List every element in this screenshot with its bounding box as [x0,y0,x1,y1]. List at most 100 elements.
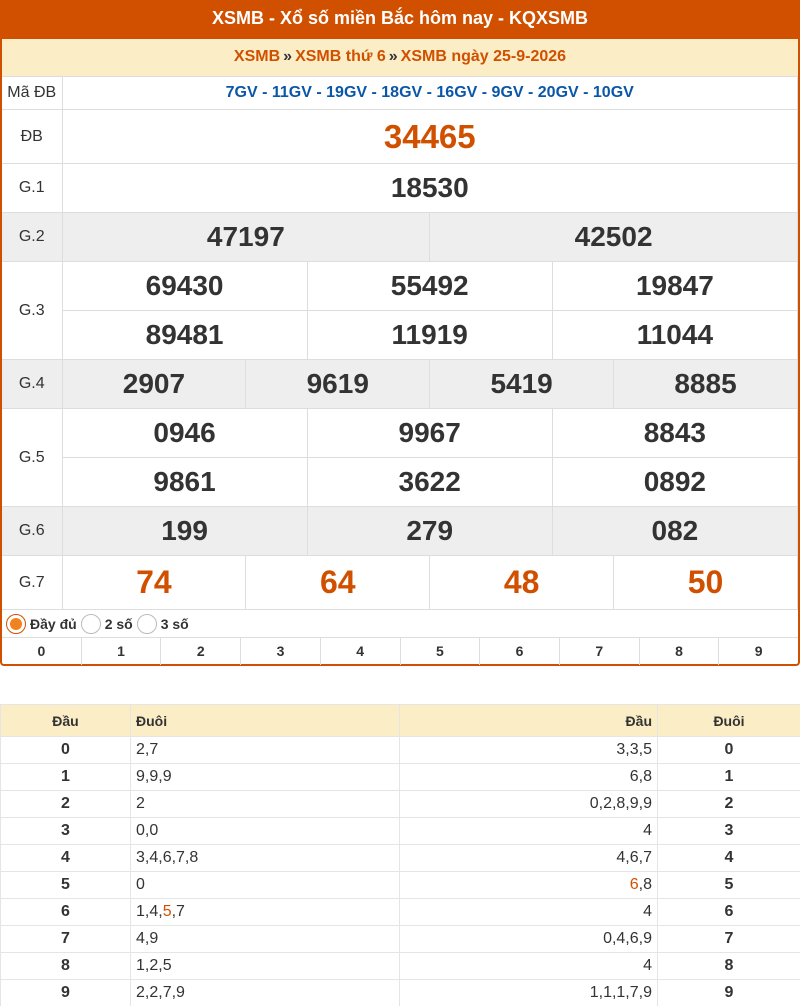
digit-filter-1[interactable]: 1 [82,638,162,665]
dau-list-cell: 4 [399,817,658,845]
g6-number: 199 [61,506,308,556]
g5-row: 9861 3622 0892 [2,457,799,507]
duoi-digit-cell: 2 [657,790,800,818]
dau-list-cell: 3,3,5 [399,736,658,764]
breadcrumb-separator: » [283,48,293,65]
g6-label: G.6 [2,506,63,556]
table-row: 9 2,2,7,9 1,1,1,7,9 9 [0,979,800,1006]
dau-list-cell: 1,1,1,7,9 [399,979,658,1006]
option-2-digit-label: 2 số [104,615,133,632]
dau-list-rest: ,8 [638,876,652,893]
table-row: 0 2,7 3,3,5 0 [0,736,800,764]
option-3-digit[interactable]: 3 số [136,613,189,634]
option-3-digit-label: 3 số [160,615,189,632]
g5-number: 9967 [306,408,553,458]
g5-number: 0892 [551,457,799,507]
duoi-pre: 1,4, [136,903,163,920]
display-options: Đầy đủ 2 số 3 số [2,610,798,638]
digit-filter-5[interactable]: 5 [401,638,481,665]
duoi-cell: 2,2,7,9 [130,979,400,1006]
dau-list-cell: 4,6,7 [399,844,658,872]
dau-cell: 9 [0,979,131,1006]
duoi-cell: 1,2,5 [130,952,400,980]
g2-label: G.2 [2,212,63,262]
dau-cell: 2 [0,790,131,818]
duoi-cell: 3,4,6,7,8 [130,844,400,872]
g7-number: 48 [429,555,615,610]
g4-label: G.4 [2,359,63,409]
page-title: XSMB - Xổ số miền Bắc hôm nay - KQXSMB [0,0,800,39]
digit-filter-7[interactable]: 7 [560,638,640,665]
table-row: 3 0,0 4 3 [0,817,800,845]
g6-row: G.6 199 279 082 [2,506,799,556]
dau-cell: 8 [0,952,131,980]
db-row: ĐB 34465 [2,109,798,164]
duoi-cell: 2,7 [130,736,400,764]
table-row: 4 3,4,6,7,8 4,6,7 4 [0,844,800,872]
g2-row: G.2 47197 42502 [2,212,798,262]
radio-2-digit[interactable] [80,613,101,634]
duoi-cell: 0 [130,871,400,899]
g3-number: 11044 [551,310,799,360]
ma-db-row: Mã ĐB 7GV - 11GV - 19GV - 18GV - 16GV - … [2,76,798,110]
breadcrumb-xsmb-thu6[interactable]: XSMB thứ 6 [295,48,386,65]
duoi-cell: 9,9,9 [130,763,400,791]
table-row: 1 9,9,9 6,8 1 [0,763,800,791]
header-dau: Đầu [0,704,131,737]
dau-cell: 0 [0,736,131,764]
digit-filter-2[interactable]: 2 [161,638,242,665]
dau-list-cell: 4 [399,952,658,980]
g7-row: G.7 74 64 48 50 [2,555,798,610]
g4-number: 9619 [245,359,431,409]
duoi-digit-cell: 6 [657,898,800,926]
dau-list-cell: 6,8 [399,763,658,791]
dau-cell: 4 [0,844,131,872]
g3-label: G.3 [2,261,63,360]
header-duoi: Đuôi [130,704,400,737]
duoi-digit-cell: 9 [657,979,800,1006]
g5-number: 0946 [61,408,308,458]
option-full-label: Đầy đủ [30,615,77,632]
digit-filter-3[interactable]: 3 [241,638,321,665]
table-row: 6 1,4,5,7 4 6 [0,898,800,926]
g5-number: 3622 [306,457,553,507]
g3-row: 89481 11919 11044 [2,310,799,360]
duoi-post: ,7 [171,903,185,920]
radio-3-digit[interactable] [136,613,157,634]
option-full[interactable]: Đầy đủ [6,613,77,634]
digit-filter: 0 1 2 3 4 5 6 7 8 9 [2,638,798,665]
ma-db-value: 7GV - 11GV - 19GV - 18GV - 16GV - 9GV - … [61,76,798,110]
breadcrumb-xsmb-date[interactable]: XSMB ngày 25-9-2026 [401,48,566,65]
g3-number: 55492 [306,261,553,311]
digit-filter-9[interactable]: 9 [719,638,798,665]
duoi-digit-cell: 4 [657,844,800,872]
g2-number: 47197 [61,212,431,262]
digit-filter-0[interactable]: 0 [2,638,82,665]
table-row: 5 0 6,8 5 [0,871,800,899]
g1-row: G.1 18530 [2,163,798,213]
option-2-digit[interactable]: 2 số [80,613,133,634]
duoi-cell: 4,9 [130,925,400,953]
dau-cell: 1 [0,763,131,791]
db-number: 34465 [61,109,798,164]
digit-filter-4[interactable]: 4 [321,638,401,665]
breadcrumb: XSMB» XSMB thứ 6» XSMB ngày 25-9-2026 [2,38,798,76]
ma-db-label: Mã ĐB [2,76,63,110]
digit-filter-6[interactable]: 6 [480,638,560,665]
loto-table: Đầu Đuôi Đầu Đuôi 0 2,7 3,3,5 0 1 9,9,9 … [0,704,800,1006]
header-duoi: Đuôi [657,704,800,737]
dau-cell: 7 [0,925,131,953]
g4-number: 2907 [61,359,247,409]
g3-row: G.3 69430 55492 19847 [2,261,799,360]
radio-full[interactable] [6,613,26,634]
dau-cell: 5 [0,871,131,899]
duoi-cell: 2 [130,790,400,818]
table-row: 7 4,9 0,4,6,9 7 [0,925,800,953]
g7-label: G.7 [2,555,63,610]
duoi-digit-cell: 1 [657,763,800,791]
duoi-digit-cell: 0 [657,736,800,764]
digit-filter-8[interactable]: 8 [640,638,720,665]
g7-number: 50 [613,555,798,610]
breadcrumb-xsmb[interactable]: XSMB [234,48,280,65]
